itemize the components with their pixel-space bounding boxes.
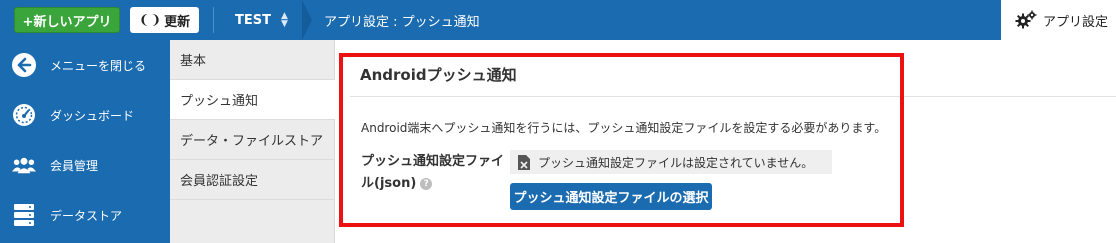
sidebar-item-label: ダッシュボード [50, 108, 135, 123]
speedometer-icon [12, 103, 36, 127]
sidebar-item-label: データストア [50, 208, 123, 223]
subnav-item-push-notification[interactable]: プッシュ通知 [170, 80, 335, 120]
gears-icon [1015, 10, 1037, 29]
refresh-button[interactable]: ❨ ❩ 更新 [130, 7, 199, 33]
sidebar-item-label: 会員管理 [50, 158, 99, 173]
new-app-button[interactable]: +新しいアプリ [14, 7, 120, 33]
highlight-frame [339, 53, 904, 227]
breadcrumb-separator [302, 0, 312, 40]
sort-caret-icon: ▲ ▼ [280, 11, 288, 29]
sidebar-item-close-menu[interactable]: メニューを閉じる [0, 40, 170, 90]
database-icon [12, 203, 36, 227]
sidebar-item-dashboard[interactable]: ダッシュボード [0, 90, 170, 140]
app-selector[interactable]: TEST ▲ ▼ [235, 9, 288, 31]
sidebar-item-label: メニューを閉じる [50, 58, 147, 73]
sidebar-item-datastore[interactable]: データストア [0, 190, 170, 240]
refresh-label: 更新 [164, 14, 191, 30]
app-name: TEST [235, 12, 271, 28]
refresh-icon: ❨ ❩ [138, 12, 161, 28]
app-settings-button[interactable]: アプリ設定 [1001, 0, 1116, 40]
breadcrumb-text: アプリ設定 : プッシュ通知 [324, 14, 480, 30]
breadcrumb: アプリ設定 : プッシュ通知 [302, 0, 480, 40]
toolbar-divider [213, 7, 214, 33]
settings-subnav: 基本 プッシュ通知 データ・ファイルストア 会員認証設定 [170, 40, 335, 243]
sidebar: メニューを閉じる ダッシュボード 会員管理 データストア [0, 40, 170, 243]
subnav-item-member-auth[interactable]: 会員認証設定 [170, 160, 335, 200]
arrow-left-circle-icon [12, 53, 36, 77]
app-settings-label: アプリ設定 [1043, 14, 1109, 30]
sidebar-item-members[interactable]: 会員管理 [0, 140, 170, 190]
subnav-item-basic[interactable]: 基本 [170, 40, 335, 80]
subnav-item-data-file-store[interactable]: データ・ファイルストア [170, 120, 335, 160]
top-bar: +新しいアプリ ❨ ❩ 更新 TEST ▲ ▼ アプリ設定 : プッシュ通知 ア… [0, 0, 1116, 40]
users-icon [12, 153, 36, 177]
